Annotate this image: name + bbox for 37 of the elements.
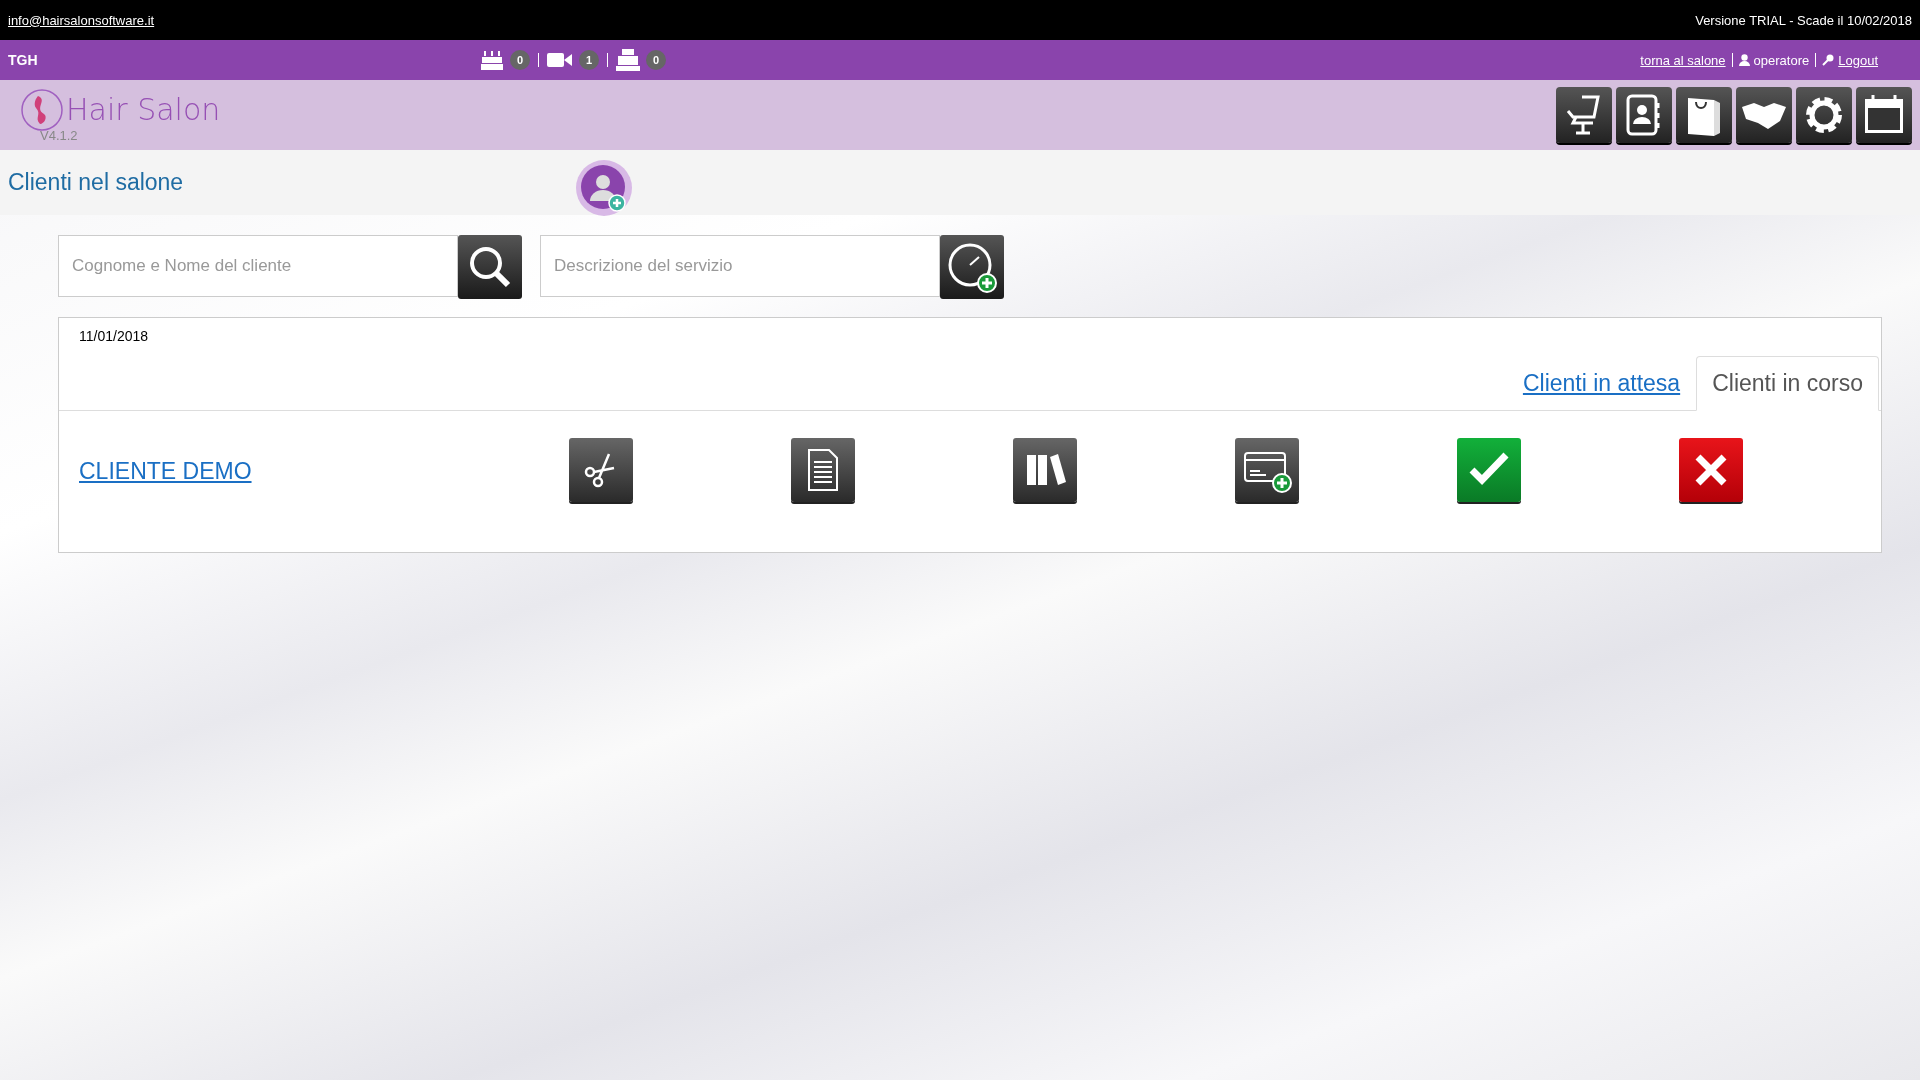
- toolbar-button[interactable]: [1556, 87, 1612, 143]
- search-button[interactable]: [458, 235, 522, 299]
- toolbar-button[interactable]: [1796, 87, 1852, 143]
- back-to-salon-link[interactable]: torna al salone: [1640, 52, 1726, 68]
- action-button[interactable]: [569, 438, 633, 502]
- toolbar-button[interactable]: [1856, 87, 1912, 143]
- logo-icon: [20, 87, 64, 132]
- user-icon: [1738, 54, 1750, 66]
- toolbar-button[interactable]: [1676, 87, 1732, 143]
- count-badge: 0: [646, 50, 666, 70]
- tab[interactable]: Clienti in attesa: [1506, 356, 1697, 411]
- action-button[interactable]: [1235, 438, 1299, 502]
- logo-text: Hair Salon: [66, 92, 221, 127]
- cake-icon: [480, 49, 504, 71]
- action-button[interactable]: [1679, 438, 1743, 502]
- client-name-link[interactable]: CLIENTE DEMO: [59, 458, 569, 485]
- user-name: operatore: [1753, 52, 1810, 68]
- client-name-field[interactable]: Cognome e Nome del cliente: [58, 235, 458, 297]
- page-title: Clienti nel salone: [8, 169, 185, 196]
- service-description-field[interactable]: Descrizione del servizio: [540, 235, 940, 297]
- tab[interactable]: Clienti in corso: [1696, 356, 1879, 411]
- trial-notice: Versione TRIAL - Scade il 10/02/2018: [1695, 12, 1912, 28]
- toolbar-button[interactable]: [1736, 87, 1792, 143]
- add-service-button[interactable]: [940, 235, 1004, 299]
- count-badge: 1: [579, 50, 599, 70]
- toolbar-button[interactable]: [1616, 87, 1672, 143]
- panel-date: 11/01/2018: [79, 328, 149, 344]
- action-button[interactable]: [1013, 438, 1077, 502]
- salon-code: TGH: [8, 52, 39, 68]
- count-badge: 0: [510, 50, 530, 70]
- close-icon: [1693, 452, 1729, 488]
- version-label: V4.1.2: [40, 127, 79, 143]
- logout-link[interactable]: Logout: [1838, 52, 1878, 68]
- action-button[interactable]: [791, 438, 855, 502]
- email-link[interactable]: info@hairsalonsoftware.it: [8, 12, 155, 28]
- video-camera-icon: [547, 51, 573, 69]
- key-icon: [1822, 54, 1835, 66]
